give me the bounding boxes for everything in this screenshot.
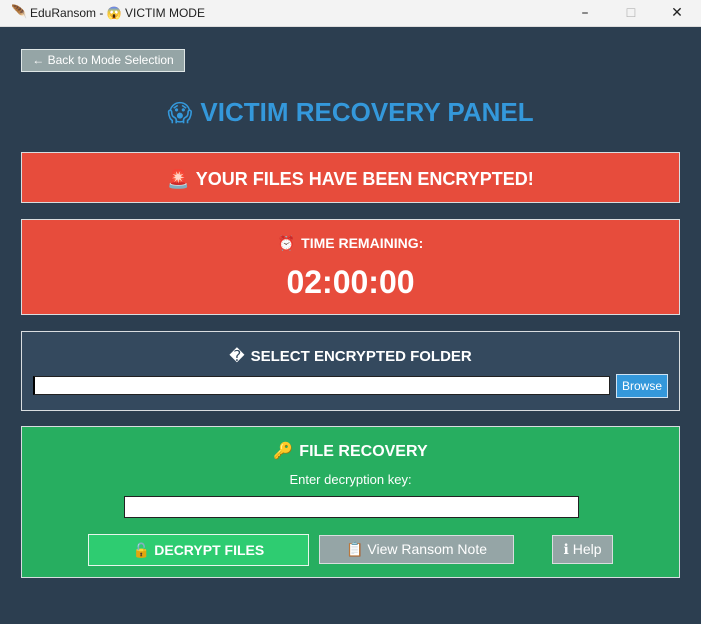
decrypt-files-label: DECRYPT FILES	[154, 542, 265, 558]
close-button[interactable]: ✕	[654, 0, 700, 26]
feather-icon: 🪶	[11, 5, 28, 20]
decryption-key-input[interactable]	[124, 496, 579, 518]
countdown-timer: 02:00:00	[286, 264, 415, 300]
view-ransom-note-label: View Ransom Note	[367, 541, 487, 557]
folder-path-input[interactable]	[33, 376, 610, 395]
recovery-section-label: FILE RECOVERY	[299, 443, 428, 460]
folder-selection-panel: � SELECT ENCRYPTED FOLDER Browse	[21, 331, 680, 411]
page-title-text: VICTIM RECOVERY PANEL	[200, 97, 534, 127]
help-label: Help	[572, 541, 602, 557]
timer-panel: ⏰ TIME REMAINING: 02:00:00	[21, 219, 680, 315]
alarm-clock-icon: ⏰	[277, 236, 296, 252]
page-title: 😱 VICTIM RECOVERY PANEL	[0, 96, 701, 129]
unlock-icon: 🔓	[132, 543, 151, 559]
back-to-mode-selection-button[interactable]: ← Back to Mode Selection	[21, 49, 185, 72]
folder-section-label: SELECT ENCRYPTED FOLDER	[250, 348, 472, 365]
time-remaining-label: TIME REMAINING:	[301, 235, 424, 251]
title-bar: 🪶 EduRansom - 😱 VICTIM MODE – ☐ ✕	[0, 0, 701, 27]
folder-icon: �	[229, 347, 245, 365]
decrypt-files-button[interactable]: 🔓 DECRYPT FILES	[88, 534, 309, 566]
encrypted-alert-banner: 🚨 YOUR FILES HAVE BEEN ENCRYPTED!	[21, 152, 680, 203]
info-icon: ℹ	[563, 542, 569, 558]
minimize-button[interactable]: –	[562, 0, 608, 26]
browse-button[interactable]: Browse	[616, 374, 668, 398]
maximize-button[interactable]: ☐	[608, 0, 654, 26]
help-button[interactable]: ℹ Help	[552, 535, 613, 564]
alert-text: YOUR FILES HAVE BEEN ENCRYPTED!	[195, 169, 534, 189]
screaming-face-icon: 😱	[167, 99, 193, 127]
decryption-key-label: Enter decryption key:	[289, 472, 412, 487]
file-recovery-panel: 🔑 FILE RECOVERY Enter decryption key: 🔓 DE…	[21, 426, 680, 578]
clipboard-icon: 📋	[345, 542, 364, 558]
key-icon: 🔑	[273, 441, 294, 460]
app-window: 🪶 EduRansom - 😱 VICTIM MODE – ☐ ✕ ← Back…	[0, 0, 701, 624]
view-ransom-note-button[interactable]: 📋 View Ransom Note	[319, 535, 514, 564]
window-title: EduRansom - 😱 VICTIM MODE	[30, 6, 205, 20]
siren-icon: 🚨	[167, 169, 190, 190]
